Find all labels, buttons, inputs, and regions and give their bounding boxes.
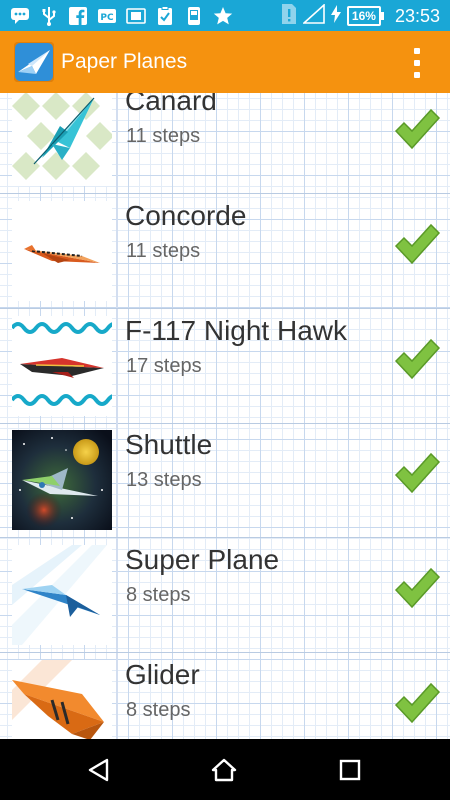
battery-indicator: 16% bbox=[346, 6, 384, 26]
plane-list: Canard 11 steps Concorde 11 steps F-117 … bbox=[0, 93, 450, 739]
plane-steps: 11 steps bbox=[126, 125, 201, 147]
row-divider bbox=[116, 194, 118, 308]
sim-alert-icon bbox=[281, 3, 297, 30]
sim-card-icon bbox=[126, 6, 146, 26]
completed-check-icon bbox=[394, 338, 441, 380]
plane-name: Shuttle bbox=[125, 429, 213, 460]
plane-steps: 8 steps bbox=[126, 699, 191, 721]
row-divider bbox=[116, 538, 118, 652]
usb-icon bbox=[39, 6, 59, 26]
chat-bubble-icon bbox=[10, 6, 30, 26]
canard-thumbnail bbox=[12, 93, 112, 186]
plane-steps: 11 steps bbox=[126, 240, 201, 262]
completed-check-icon bbox=[394, 567, 441, 609]
charging-icon bbox=[330, 4, 341, 28]
home-icon[interactable] bbox=[211, 757, 237, 783]
svg-text:PC: PC bbox=[100, 13, 114, 23]
list-item-glider[interactable]: Glider 8 steps bbox=[0, 653, 450, 739]
clipboard-check-icon bbox=[155, 6, 175, 26]
plane-name: F-117 Night Hawk bbox=[125, 315, 348, 346]
facebook-icon bbox=[68, 6, 88, 26]
row-divider bbox=[116, 309, 118, 423]
row-divider bbox=[116, 93, 118, 193]
f117-thumbnail bbox=[12, 316, 112, 416]
navigation-bar bbox=[0, 739, 450, 800]
overflow-menu-icon[interactable] bbox=[412, 48, 422, 78]
shuttle-thumbnail bbox=[12, 430, 112, 530]
signal-icon bbox=[301, 2, 325, 29]
star-icon bbox=[213, 6, 233, 26]
list-item-super-plane[interactable]: Super Plane 8 steps bbox=[0, 538, 450, 653]
completed-check-icon bbox=[394, 682, 441, 724]
completed-check-icon bbox=[394, 223, 441, 265]
status-bar: PC 16% 23:53 bbox=[0, 0, 450, 31]
row-divider bbox=[116, 653, 118, 739]
app-bar: Paper Planes bbox=[0, 31, 450, 93]
pc-icon: PC bbox=[97, 6, 117, 26]
clock: 23:53 bbox=[394, 5, 440, 26]
super-plane-thumbnail bbox=[12, 545, 112, 645]
list-item-concorde[interactable]: Concorde 11 steps bbox=[0, 194, 450, 309]
plane-steps: 13 steps bbox=[126, 469, 202, 491]
list-item-shuttle[interactable]: Shuttle 13 steps bbox=[0, 423, 450, 538]
plane-steps: 8 steps bbox=[126, 584, 191, 606]
phone-icon bbox=[184, 6, 204, 26]
plane-name: Concorde bbox=[125, 200, 247, 231]
app-logo-icon bbox=[13, 41, 55, 83]
back-icon[interactable] bbox=[86, 757, 112, 783]
plane-name: Super Plane bbox=[125, 544, 280, 575]
glider-thumbnail bbox=[12, 660, 112, 739]
row-divider bbox=[116, 423, 118, 537]
plane-name: Glider bbox=[125, 659, 200, 690]
completed-check-icon bbox=[394, 108, 441, 150]
plane-name: Canard bbox=[125, 93, 217, 116]
recents-icon[interactable] bbox=[337, 757, 363, 783]
list-item-f117-night-hawk[interactable]: F-117 Night Hawk 17 steps bbox=[0, 309, 450, 424]
plane-steps: 17 steps bbox=[126, 355, 202, 377]
completed-check-icon bbox=[394, 452, 441, 494]
concorde-thumbnail bbox=[12, 201, 112, 301]
app-title: Paper Planes bbox=[61, 50, 188, 73]
list-item-canard[interactable]: Canard 11 steps bbox=[0, 93, 450, 194]
